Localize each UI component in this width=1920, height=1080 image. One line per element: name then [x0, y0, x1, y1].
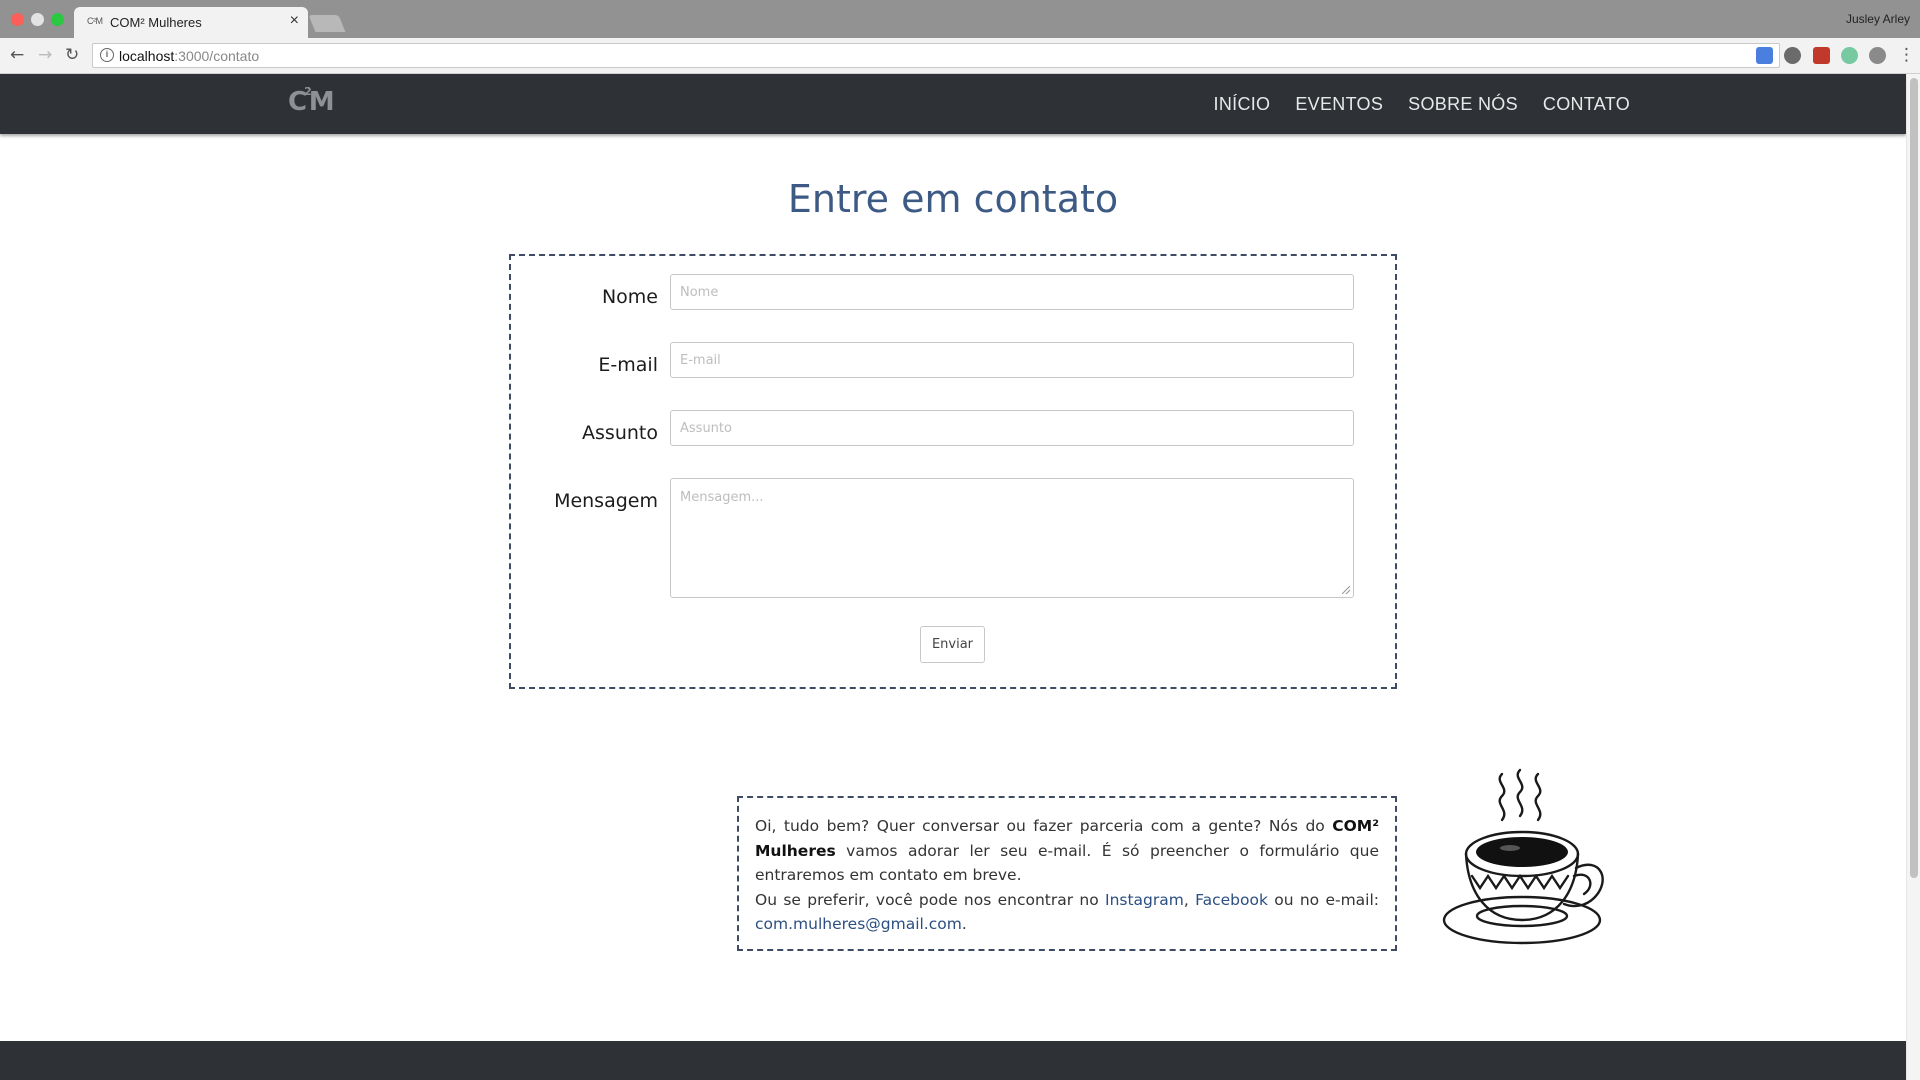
info-text-alt: Ou se preferir, você pode nos encontrar …	[755, 890, 1105, 909]
email-input[interactable]	[670, 342, 1354, 378]
tab-close-icon[interactable]: ×	[290, 12, 299, 30]
url-host: localhost	[119, 48, 175, 64]
translate-extension-icon[interactable]	[1756, 47, 1773, 64]
info-separator: ,	[1183, 890, 1196, 909]
subject-label: Assunto	[582, 422, 658, 444]
name-label: Nome	[601, 286, 658, 308]
site-favicon-icon: C²M	[87, 16, 103, 26]
nav-link-inicio[interactable]: INÍCIO	[1214, 94, 1271, 115]
page-scrollbar[interactable]	[1906, 74, 1920, 1080]
brand-letter-m: M	[308, 87, 335, 117]
resize-grip-icon[interactable]	[1342, 586, 1350, 594]
extension-icon[interactable]	[1784, 47, 1801, 64]
profile-name[interactable]: Jusley Arley	[1846, 12, 1910, 26]
window-zoom-button[interactable]	[51, 13, 64, 26]
extension-icon[interactable]	[1813, 47, 1830, 64]
browser-tabstrip: C²M COM² Mulheres × Jusley Arley	[0, 0, 1920, 38]
scrollbar-thumb[interactable]	[1910, 78, 1918, 878]
window-minimize-button[interactable]	[31, 13, 44, 26]
brand-logo[interactable]: C2M	[288, 85, 335, 117]
site-footer	[0, 1041, 1906, 1080]
back-arrow-icon[interactable]: ←	[10, 45, 24, 65]
url-text: localhost:3000/contato	[119, 48, 259, 64]
address-bar[interactable]: i localhost:3000/contato ☆	[92, 43, 1780, 68]
subject-input[interactable]	[670, 410, 1354, 446]
message-textarea[interactable]	[670, 478, 1354, 598]
nav-links: INÍCIO EVENTOS SOBRE NÓS CONTATO	[1214, 74, 1630, 134]
message-label: Mensagem	[554, 490, 658, 512]
nav-link-sobre-nos[interactable]: SOBRE NÓS	[1408, 94, 1518, 115]
instagram-link[interactable]: Instagram	[1105, 891, 1184, 909]
browser-toolbar: ← → ↻ i localhost:3000/contato ☆ ⋮	[0, 38, 1920, 74]
page-viewport: C2M INÍCIO EVENTOS SOBRE NÓS CONTATO Ent…	[0, 74, 1906, 1080]
new-tab-button[interactable]	[308, 15, 346, 32]
name-input[interactable]	[670, 274, 1354, 310]
window-close-button[interactable]	[11, 13, 24, 26]
browser-menu-icon[interactable]: ⋮	[1898, 45, 1915, 65]
site-info-icon[interactable]: i	[100, 48, 114, 62]
nav-link-eventos[interactable]: EVENTOS	[1295, 94, 1383, 115]
send-button[interactable]: Enviar	[920, 626, 985, 663]
site-navbar: C2M INÍCIO EVENTOS SOBRE NÓS CONTATO	[0, 74, 1906, 134]
info-text-email: ou no e-mail:	[1267, 890, 1379, 909]
nav-link-contato[interactable]: CONTATO	[1543, 94, 1630, 115]
forward-arrow-icon[interactable]: →	[38, 45, 52, 65]
page-title: Entre em contato	[787, 177, 1119, 221]
tab-title: COM² Mulheres	[110, 15, 202, 30]
coffee-cup-illustration	[1442, 768, 1604, 945]
email-label: E-mail	[598, 354, 658, 376]
info-text-form: vamos adorar ler seu e-mail. É só preenc…	[755, 841, 1379, 885]
facebook-link[interactable]: Facebook	[1195, 891, 1268, 909]
extension-icon[interactable]	[1869, 47, 1886, 64]
info-period: .	[961, 915, 967, 933]
info-text-intro: Oi, tudo bem? Quer conversar ou fazer pa…	[755, 817, 1333, 835]
browser-tab[interactable]: C²M COM² Mulheres ×	[74, 7, 308, 38]
contact-info-box: Oi, tudo bem? Quer conversar ou fazer pa…	[737, 796, 1397, 951]
url-path: :3000/contato	[174, 48, 260, 64]
reload-icon[interactable]: ↻	[65, 45, 79, 65]
extension-icon[interactable]	[1841, 47, 1858, 64]
brand-superscript: 2	[304, 85, 312, 99]
contact-form: Nome E-mail Assunto Mensagem Enviar	[509, 254, 1397, 689]
email-link[interactable]: com.mulheres@gmail.com	[755, 915, 962, 933]
